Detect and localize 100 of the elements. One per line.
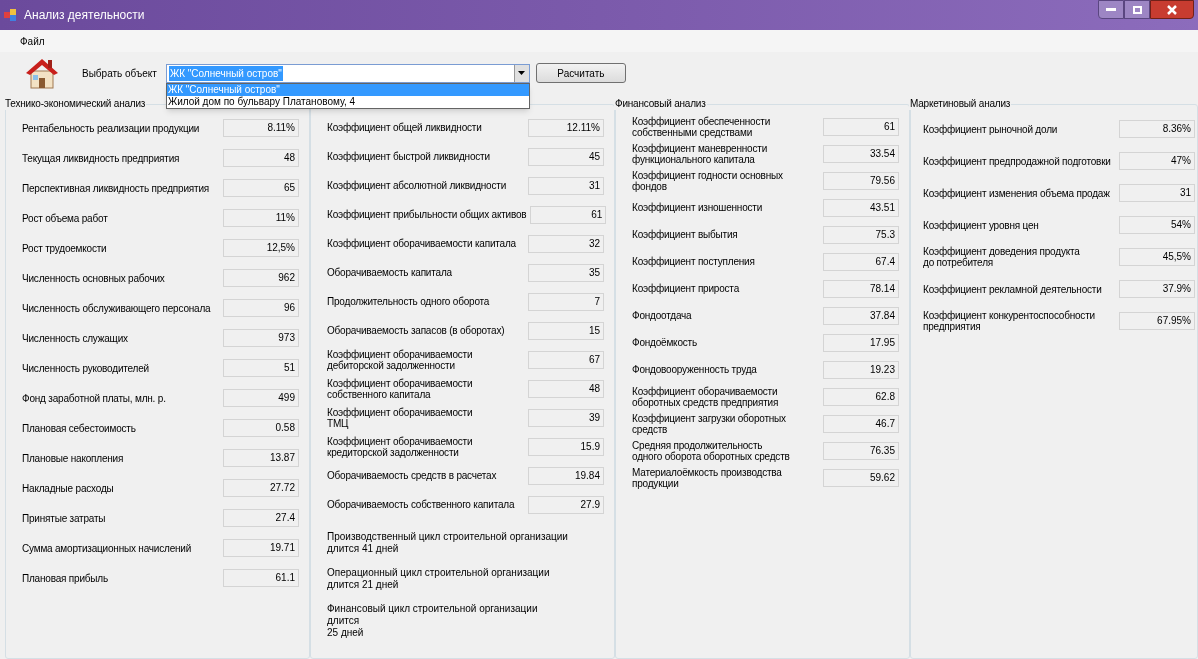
metric-value: 62.8	[823, 387, 899, 406]
metric-label: Численность руководителей	[22, 362, 150, 374]
metric-value: 43.51	[823, 198, 899, 217]
metric-label: Текущая ликвидность предприятия	[22, 152, 181, 164]
metric-value: 19.84	[528, 466, 604, 485]
metric-label: Оборачиваемость собственного капитала	[327, 499, 516, 510]
metric-label: Коэффициент маневренности функционального капитала	[632, 142, 768, 165]
metric-label: Плановая прибыль	[22, 572, 109, 584]
minimize-button[interactable]	[1098, 0, 1124, 19]
metric-label: Коэффициент годности основных фондов	[632, 169, 784, 192]
metric-value: 48	[528, 379, 604, 398]
object-label: Выбрать объект	[82, 66, 157, 81]
calculate-button[interactable]: Расчитать	[535, 63, 626, 83]
metric-value: 67	[528, 350, 604, 369]
close-button[interactable]	[1150, 0, 1194, 19]
cycle-note: Финансовый цикл строительной организации длится 25 дней	[327, 603, 539, 639]
cycle-note: Операционный цикл строительной организации длится 21 дней	[327, 567, 551, 591]
metric-value: 35	[528, 263, 604, 282]
metric-value: 61.1	[223, 569, 299, 587]
metric-label: Перспективная ликвидность предприятия	[22, 182, 211, 194]
cycle-note: Производственный цикл строительной организации длится 41 дней	[327, 531, 569, 555]
metric-label: Коэффициент общей ликвидности	[327, 122, 483, 133]
metric-value: 17.95	[823, 333, 899, 352]
metric-value: 45,5%	[1119, 248, 1195, 266]
dropdown-option[interactable]: Жилой дом по бульвару Платановому, 4	[166, 95, 529, 108]
metric-value: 15.9	[528, 437, 604, 456]
metric-label: Коэффициент абсолютной ликвидности	[327, 180, 508, 191]
metric-label: Рост трудоемкости	[22, 242, 108, 254]
metric-value: 48	[223, 149, 299, 167]
metric-value: 76.35	[823, 441, 899, 460]
metric-label: Коэффициент оборачиваемости капитала	[327, 238, 517, 249]
metric-label: Коэффициент рыночной доли	[923, 123, 1059, 135]
metric-label: Рост объема работ	[22, 212, 109, 224]
metric-value: 61	[530, 205, 607, 224]
metric-label: Оборачиваемость средств в расчетах	[327, 470, 498, 481]
metric-value: 962	[223, 269, 299, 287]
metric-label: Коэффициент обеспеченности собственными средствами	[632, 115, 771, 138]
metric-value: 45	[528, 147, 604, 166]
metric-label: Материалоёмкость производства продукции	[632, 466, 783, 489]
metric-label: Фонд заработной платы, млн. р.	[22, 392, 167, 404]
metric-label: Коэффициент предпродажной подготовки	[923, 155, 1112, 167]
metric-value: 8.36%	[1119, 120, 1195, 138]
metric-value: 15	[528, 321, 604, 340]
metric-value: 96	[223, 299, 299, 317]
metric-value: 65	[223, 179, 299, 197]
metric-value: 19.71	[223, 539, 299, 557]
metric-label: Коэффициент изношенности	[632, 202, 764, 213]
metric-label: Накладные расходы	[22, 482, 115, 494]
metric-label: Численность основных рабочих	[22, 272, 166, 284]
metric-label: Коэффициент поступления	[632, 256, 756, 267]
metric-value: 67.4	[823, 252, 899, 271]
house-icon	[24, 56, 60, 90]
metric-value: 32	[528, 234, 604, 253]
metric-label: Фондоотдача	[632, 310, 693, 321]
metric-label: Оборачиваемость капитала	[327, 267, 453, 278]
metric-label: Коэффициент прироста	[632, 283, 741, 294]
metric-label: Продолжительность одного оборота	[327, 296, 491, 307]
metric-value: 78.14	[823, 279, 899, 298]
metric-value: 31	[1119, 184, 1195, 202]
metric-value: 46.7	[823, 414, 899, 433]
metric-value: 47%	[1119, 152, 1195, 170]
metric-label: Коэффициент уровня цен	[923, 219, 1040, 231]
menu-item[interactable]: Файл	[14, 33, 51, 49]
metric-label: Коэффициент оборачиваемости дебиторской задолженности	[327, 348, 474, 371]
metric-value: 79.56	[823, 171, 899, 190]
metric-value: 7	[528, 292, 604, 311]
metric-value: 27.9	[528, 495, 604, 514]
metric-label: Рентабельность реализации продукции	[22, 122, 201, 134]
metric-value: 67.95%	[1119, 312, 1195, 330]
metric-value: 61	[823, 117, 899, 136]
metric-label: Коэффициент рекламной деятельности	[923, 283, 1103, 295]
metric-value: 8.11%	[223, 119, 299, 137]
metric-value: 27.4	[223, 509, 299, 527]
metric-label: Коэффициент конкурентоспособности предприятия	[923, 310, 1096, 332]
metric-label: Плановые накопления	[22, 452, 125, 464]
metric-label: Коэффициент оборачиваемости кредиторской задолженности	[327, 435, 474, 458]
close-icon	[1167, 4, 1177, 15]
window-title: Анализ деятельности	[24, 7, 145, 24]
metric-value: 13.87	[223, 449, 299, 467]
metric-label: Коэффициент доведения продукта до потребителя	[923, 246, 1081, 268]
metric-label: Коэффициент быстрой ликвидности	[327, 151, 491, 162]
caret-icon	[518, 71, 526, 75]
metric-label: Сумма амортизационных начислений	[22, 542, 193, 554]
metric-value: 19.23	[823, 360, 899, 379]
maximize-button[interactable]	[1124, 0, 1150, 19]
metric-value: 11%	[223, 209, 299, 227]
metric-label: Плановая себестоимость	[22, 422, 137, 434]
metric-value: 12,5%	[223, 239, 299, 257]
metric-value: 973	[223, 329, 299, 347]
metric-value: 33.54	[823, 144, 899, 163]
metric-label: Фондоёмкость	[632, 337, 698, 348]
metric-label: Коэффициент оборачиваемости ТМЦ	[327, 406, 474, 429]
metric-value: 54%	[1119, 216, 1195, 234]
metric-value: 37.9%	[1119, 280, 1195, 298]
metric-label: Коэффициент изменения объема продаж	[923, 187, 1111, 199]
group-title: Финансовый анализ	[614, 97, 707, 110]
metric-label: Коэффициент прибыльности общих активов	[327, 209, 527, 220]
metric-value: 51	[223, 359, 299, 377]
dropdown-button[interactable]	[513, 64, 529, 82]
metric-value: 31	[528, 176, 604, 195]
